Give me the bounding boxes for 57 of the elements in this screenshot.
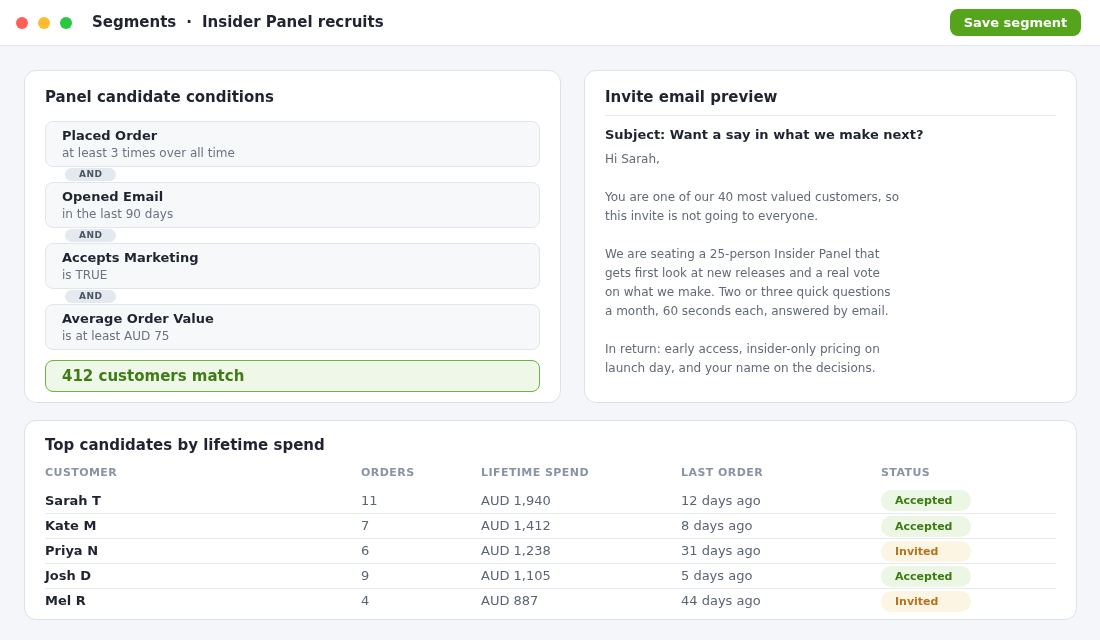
close-icon[interactable] <box>16 16 28 29</box>
table-cell-text: 6 <box>361 542 370 561</box>
email-paragraph: We are seating a 25-person Insider Panel that gets first look at new releases and a real vote on what we make. Two or three quick questions a month, 60 seconds each, answered by email. <box>605 246 892 320</box>
table-cell-text: 31 days ago <box>681 542 761 561</box>
condition-detail: in the last 90 days <box>62 206 175 222</box>
table-cell-text: Priya N <box>45 542 99 561</box>
card-title: Invite email preview <box>605 87 779 107</box>
status-tag: Accepted <box>881 565 971 587</box>
condition-detail: is TRUE <box>62 267 109 283</box>
table-cell-text: AUD 1,412 <box>481 517 551 536</box>
card-title: Top candidates by lifetime spend <box>45 435 326 455</box>
breadcrumb-separator: · <box>186 12 192 34</box>
table-cell-text: AUD 1,105 <box>481 567 551 586</box>
table-cell-text: 44 days ago <box>681 592 761 611</box>
table-cell-text: 8 days ago <box>681 517 753 536</box>
status-tag: Invited <box>881 540 971 562</box>
connector-tag: AND <box>65 229 117 242</box>
table-cell-text: AUD 1,238 <box>481 542 551 561</box>
column-header: LIFETIME SPEND <box>481 465 589 481</box>
email-subject: Subject: Want a say in what we make next? <box>605 126 925 144</box>
email-paragraph: In return: early access, insider-only pricing on launch day, and your name on the decisions. <box>605 341 881 377</box>
status-tag: Invited <box>881 590 971 612</box>
condition-title: Accepts Marketing <box>62 249 200 267</box>
table-cell-text: 4 <box>361 592 370 611</box>
maximize-icon[interactable] <box>60 16 72 29</box>
table-cell-text: Sarah T <box>45 491 101 510</box>
connector-tag: AND <box>65 168 117 181</box>
condition-detail: at least 3 times over all time <box>62 145 236 161</box>
table-cell-text: 11 <box>361 491 378 510</box>
minimize-icon[interactable] <box>38 16 50 29</box>
table-cell-text: AUD 1,940 <box>481 491 551 510</box>
table-cell-text: 5 days ago <box>681 567 753 586</box>
email-greeting: Hi Sarah, <box>605 151 661 168</box>
breadcrumb-item: Segments <box>92 12 177 34</box>
condition-title: Opened Email <box>62 188 165 206</box>
status-tag: Accepted <box>881 515 971 537</box>
table-cell-text: AUD 887 <box>481 592 539 611</box>
table-cell-text: Kate M <box>45 517 97 536</box>
table-cell-text: Josh D <box>45 567 92 586</box>
table-cell-text: 9 <box>361 567 370 586</box>
save-segment-button[interactable]: Save segment <box>950 9 1081 36</box>
match-summary: 412 customers match <box>45 360 540 392</box>
table-cell-text: 12 days ago <box>681 491 761 510</box>
condition-detail: is at least AUD 75 <box>62 328 171 344</box>
card-title: Panel candidate conditions <box>45 87 275 107</box>
breadcrumb-item: Insider Panel recruits <box>202 12 384 34</box>
column-header: ORDERS <box>361 465 415 481</box>
condition-title: Average Order Value <box>62 310 215 328</box>
column-header: STATUS <box>881 465 931 481</box>
email-paragraph: You are one of our 40 most valued customers, so this invite is not going to everyone. <box>605 189 901 225</box>
connector-tag: AND <box>65 290 117 303</box>
column-header: LAST ORDER <box>681 465 764 481</box>
status-tag: Accepted <box>881 490 971 511</box>
table-cell-text: 7 <box>361 517 370 536</box>
table-cell-text: Mel R <box>45 592 86 611</box>
column-header: CUSTOMER <box>45 465 118 481</box>
condition-title: Placed Order <box>62 127 159 145</box>
